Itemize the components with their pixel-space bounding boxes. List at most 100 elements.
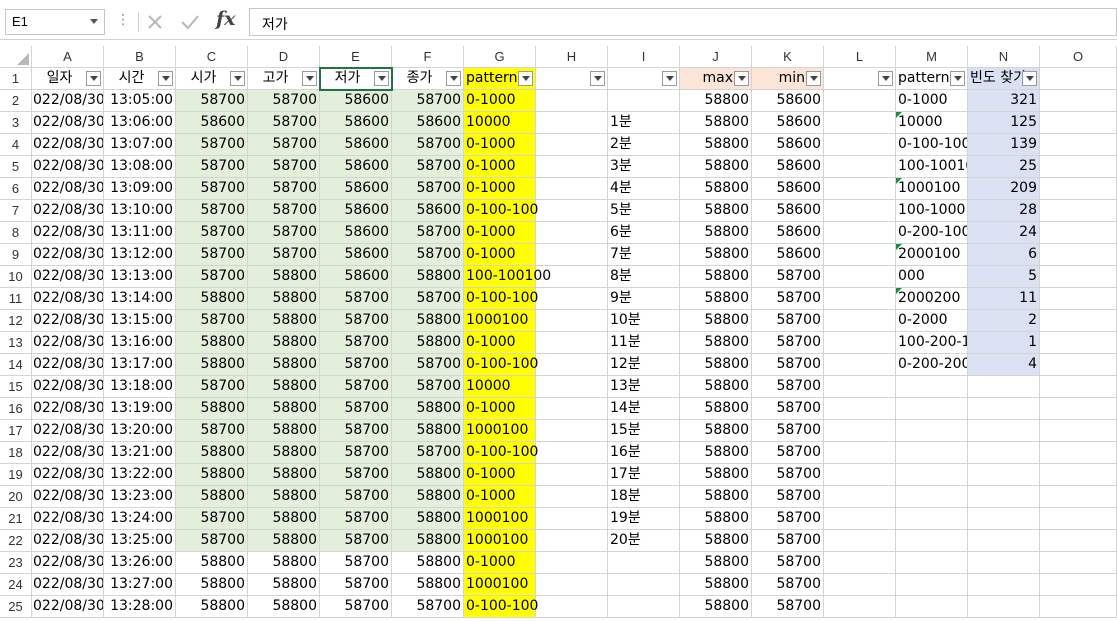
cell-e25[interactable]: 58700 bbox=[320, 596, 392, 618]
cell-f5[interactable]: 58700 bbox=[392, 156, 464, 178]
cell-e14[interactable]: 58700 bbox=[320, 354, 392, 376]
cell-b8[interactable]: 13:11:00 bbox=[104, 222, 176, 244]
cell-h5[interactable] bbox=[536, 156, 608, 178]
cell-o6[interactable] bbox=[1040, 178, 1117, 200]
row-header[interactable]: 12 bbox=[0, 310, 32, 332]
column-header-b[interactable]: B bbox=[104, 46, 176, 68]
cell-a14[interactable]: 022/08/30 bbox=[32, 354, 104, 376]
cell-a6[interactable]: 022/08/30 bbox=[32, 178, 104, 200]
cell-m25[interactable] bbox=[896, 596, 968, 618]
cell-b3[interactable]: 13:06:00 bbox=[104, 112, 176, 134]
cell-o7[interactable] bbox=[1040, 200, 1117, 222]
cell-j11[interactable]: 58800 bbox=[680, 288, 752, 310]
cell-b25[interactable]: 13:28:00 bbox=[104, 596, 176, 618]
cell-o3[interactable] bbox=[1040, 112, 1117, 134]
cell-e19[interactable]: 58700 bbox=[320, 464, 392, 486]
cell-m17[interactable] bbox=[896, 420, 968, 442]
cell-l15[interactable] bbox=[824, 376, 896, 398]
column-header-l[interactable]: L bbox=[824, 46, 896, 68]
cell-c3[interactable]: 58600 bbox=[176, 112, 248, 134]
cell-o2[interactable] bbox=[1040, 90, 1117, 112]
cell-m15[interactable] bbox=[896, 376, 968, 398]
cell-f2[interactable]: 58700 bbox=[392, 90, 464, 112]
cell-a16[interactable]: 022/08/30 bbox=[32, 398, 104, 420]
cell-i21[interactable]: 19분 bbox=[608, 508, 680, 530]
filter-dropdown-button[interactable] bbox=[1022, 71, 1037, 86]
row-header[interactable]: 11 bbox=[0, 288, 32, 310]
row-header[interactable]: 3 bbox=[0, 112, 32, 134]
cell-n19[interactable] bbox=[968, 464, 1040, 486]
cell-j25[interactable]: 58800 bbox=[680, 596, 752, 618]
cell-o4[interactable] bbox=[1040, 134, 1117, 156]
cell-g23[interactable]: 0-1000 bbox=[464, 552, 536, 574]
cell-g22[interactable]: 1000100 bbox=[464, 530, 536, 552]
cell-c17[interactable]: 58700 bbox=[176, 420, 248, 442]
column-header-n[interactable]: N bbox=[968, 46, 1040, 68]
cell-g6[interactable]: 0-1000 bbox=[464, 178, 536, 200]
cell-g5[interactable]: 0-1000 bbox=[464, 156, 536, 178]
cell-o5[interactable] bbox=[1040, 156, 1117, 178]
cell-i22[interactable]: 20분 bbox=[608, 530, 680, 552]
cell-n7[interactable]: 28 bbox=[968, 200, 1040, 222]
cell-d5[interactable]: 58700 bbox=[248, 156, 320, 178]
select-all-corner[interactable] bbox=[0, 46, 32, 68]
cell-h24[interactable] bbox=[536, 574, 608, 596]
cell-c15[interactable]: 58700 bbox=[176, 376, 248, 398]
column-header-j[interactable]: J bbox=[680, 46, 752, 68]
cell-k18[interactable]: 58700 bbox=[752, 442, 824, 464]
cell-d8[interactable]: 58700 bbox=[248, 222, 320, 244]
cell-g10[interactable]: 100-100100 bbox=[464, 266, 551, 288]
cell-k10[interactable]: 58700 bbox=[752, 266, 824, 288]
cell-c6[interactable]: 58700 bbox=[176, 178, 248, 200]
cell-b5[interactable]: 13:08:00 bbox=[104, 156, 176, 178]
cell-i15[interactable]: 13분 bbox=[608, 376, 680, 398]
insert-function-button[interactable]: fx bbox=[216, 8, 236, 30]
cell-f24[interactable]: 58800 bbox=[392, 574, 464, 596]
cell-m20[interactable] bbox=[896, 486, 968, 508]
cell-k15[interactable]: 58700 bbox=[752, 376, 824, 398]
cell-l6[interactable] bbox=[824, 178, 896, 200]
cell-d7[interactable]: 58700 bbox=[248, 200, 320, 222]
cell-d19[interactable]: 58800 bbox=[248, 464, 320, 486]
cell-l16[interactable] bbox=[824, 398, 896, 420]
cell-e10[interactable]: 58600 bbox=[320, 266, 392, 288]
cell-o9[interactable] bbox=[1040, 244, 1117, 266]
cell-f12[interactable]: 58800 bbox=[392, 310, 464, 332]
cell-e3[interactable]: 58600 bbox=[320, 112, 392, 134]
cell-a12[interactable]: 022/08/30 bbox=[32, 310, 104, 332]
cell-a5[interactable]: 022/08/30 bbox=[32, 156, 104, 178]
cell-i24[interactable] bbox=[608, 574, 680, 596]
cell-k13[interactable]: 58700 bbox=[752, 332, 824, 354]
cell-b2[interactable]: 13:05:00 bbox=[104, 90, 176, 112]
cell-n16[interactable] bbox=[968, 398, 1040, 420]
row-header[interactable]: 6 bbox=[0, 178, 32, 200]
cell-c7[interactable]: 58700 bbox=[176, 200, 248, 222]
cell-n13[interactable]: 1 bbox=[968, 332, 1040, 354]
cell-o22[interactable] bbox=[1040, 530, 1117, 552]
column-header-e[interactable]: E bbox=[320, 46, 392, 68]
cell-m19[interactable] bbox=[896, 464, 968, 486]
cell-n4[interactable]: 139 bbox=[968, 134, 1040, 156]
cell-c20[interactable]: 58800 bbox=[176, 486, 248, 508]
cell-f8[interactable]: 58700 bbox=[392, 222, 464, 244]
column-header-i[interactable]: I bbox=[608, 46, 680, 68]
filter-dropdown-button[interactable] bbox=[446, 71, 461, 86]
cell-a4[interactable]: 022/08/30 bbox=[32, 134, 104, 156]
cell-i17[interactable]: 15분 bbox=[608, 420, 680, 442]
header-cell-g[interactable]: pattern bbox=[464, 68, 536, 90]
cell-k7[interactable]: 58600 bbox=[752, 200, 824, 222]
cell-n8[interactable]: 24 bbox=[968, 222, 1040, 244]
cell-k4[interactable]: 58600 bbox=[752, 134, 824, 156]
cell-o12[interactable] bbox=[1040, 310, 1117, 332]
cell-b12[interactable]: 13:15:00 bbox=[104, 310, 176, 332]
cell-h21[interactable] bbox=[536, 508, 608, 530]
cell-k12[interactable]: 58700 bbox=[752, 310, 824, 332]
cell-o18[interactable] bbox=[1040, 442, 1117, 464]
cell-n18[interactable] bbox=[968, 442, 1040, 464]
row-header[interactable]: 23 bbox=[0, 552, 32, 574]
cell-a17[interactable]: 022/08/30 bbox=[32, 420, 104, 442]
cell-d4[interactable]: 58700 bbox=[248, 134, 320, 156]
cell-a23[interactable]: 022/08/30 bbox=[32, 552, 104, 574]
cell-o17[interactable] bbox=[1040, 420, 1117, 442]
cell-n9[interactable]: 6 bbox=[968, 244, 1040, 266]
